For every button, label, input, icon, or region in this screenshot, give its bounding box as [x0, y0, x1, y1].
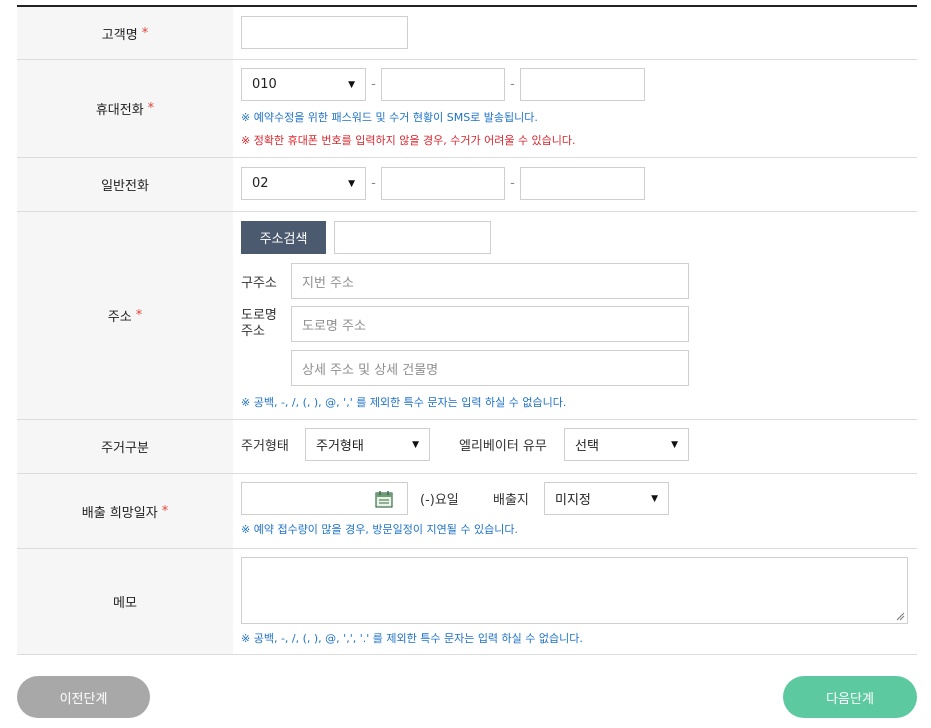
row-date: 배출 희망일자 * (-)요일 배출지 미지정 ▼ ※ 예약 접수량이 많을 경… — [17, 474, 917, 549]
address-note: ※ 공백, -, /, (, ), @, ',' 를 제외한 특수 문자는 입력… — [241, 396, 567, 409]
residence-type-label: 주거형태 — [241, 439, 289, 454]
detail-address-input[interactable]: 상세 주소 및 상세 건물명 — [291, 350, 689, 386]
chevron-down-icon: ▼ — [348, 79, 355, 90]
elevator-select[interactable]: 선택 ▼ — [564, 428, 689, 461]
calendar-icon[interactable] — [375, 490, 393, 508]
phone-label: 일반전화 — [17, 158, 233, 211]
weekday-text: (-)요일 — [420, 493, 459, 508]
mobile-prefix-select[interactable]: 010 ▼ — [241, 68, 366, 101]
reservation-form: 고객명 * 휴대전화 * 010 ▼ - - ※ 예약수정을 위한 패스워드 및 수… — [17, 5, 917, 655]
resize-handle-icon[interactable] — [895, 611, 905, 621]
chevron-down-icon: ▼ — [651, 493, 658, 504]
chevron-down-icon: ▼ — [412, 439, 419, 450]
pickup-place-select[interactable]: 미지정 ▼ — [544, 482, 669, 515]
elevator-label: 엘리베이터 유무 — [459, 439, 547, 454]
phone-last-input[interactable] — [520, 167, 645, 200]
row-address: 주소 * 주소검색 구주소 지번 주소 도로명 주소 도로명 주소 상세 주소 … — [17, 212, 917, 420]
phone-middle-input[interactable] — [381, 167, 505, 200]
customer-name-label: 고객명 * — [17, 7, 233, 59]
customer-name-input[interactable] — [241, 16, 408, 49]
road-address-input[interactable]: 도로명 주소 — [291, 306, 689, 342]
memo-label: 메모 — [17, 549, 233, 654]
phone-prefix-select[interactable]: 02 ▼ — [241, 167, 366, 200]
road-address-label: 도로명 주소 — [241, 308, 277, 339]
chevron-down-icon: ▼ — [671, 439, 678, 450]
jibun-address-input[interactable]: 지번 주소 — [291, 263, 689, 299]
mobile-note-sms: ※ 예약수정을 위한 패스워드 및 수거 현황이 SMS로 발송됩니다. — [241, 111, 538, 124]
row-memo: 메모 ※ 공백, -, /, (, ), @, ',', '.' 를 제외한 특… — [17, 549, 917, 655]
date-label: 배출 희망일자 * — [17, 474, 233, 548]
next-step-button[interactable]: 다음단계 — [783, 676, 917, 718]
required-mark: * — [135, 308, 143, 323]
row-phone: 일반전화 02 ▼ - - — [17, 158, 917, 212]
row-customer-name: 고객명 * — [17, 7, 917, 60]
prev-step-button[interactable]: 이전단계 — [17, 676, 150, 718]
mobile-label: 휴대전화 * — [17, 60, 233, 157]
row-residence: 주거구분 주거형태 주거형태 ▼ 엘리베이터 유무 선택 ▼ — [17, 420, 917, 474]
pickup-place-label: 배출지 — [493, 493, 529, 508]
memo-note: ※ 공백, -, /, (, ), @, ',', '.' 를 제외한 특수 문… — [241, 632, 583, 645]
mobile-middle-input[interactable] — [381, 68, 505, 101]
jibun-address-label: 구주소 — [241, 275, 277, 291]
mobile-last-input[interactable] — [520, 68, 645, 101]
address-search-button[interactable]: 주소검색 — [241, 221, 326, 254]
date-note: ※ 예약 접수량이 많을 경우, 방문일정이 지연될 수 있습니다. — [241, 523, 518, 536]
chevron-down-icon: ▼ — [348, 178, 355, 189]
residence-label: 주거구분 — [17, 420, 233, 473]
required-mark: * — [147, 101, 155, 116]
row-mobile: 휴대전화 * 010 ▼ - - ※ 예약수정을 위한 패스워드 및 수거 현황이… — [17, 60, 917, 158]
required-mark: * — [141, 25, 149, 41]
mobile-note-warning: ※ 정확한 휴대폰 번호를 입력하지 않을 경우, 수거가 어려울 수 있습니다… — [241, 134, 576, 147]
memo-textarea[interactable] — [241, 557, 908, 624]
pickup-date-input[interactable] — [241, 482, 408, 515]
zipcode-input[interactable] — [334, 221, 491, 254]
required-mark: * — [161, 503, 169, 519]
address-label: 주소 * — [17, 212, 233, 419]
residence-type-select[interactable]: 주거형태 ▼ — [305, 428, 430, 461]
